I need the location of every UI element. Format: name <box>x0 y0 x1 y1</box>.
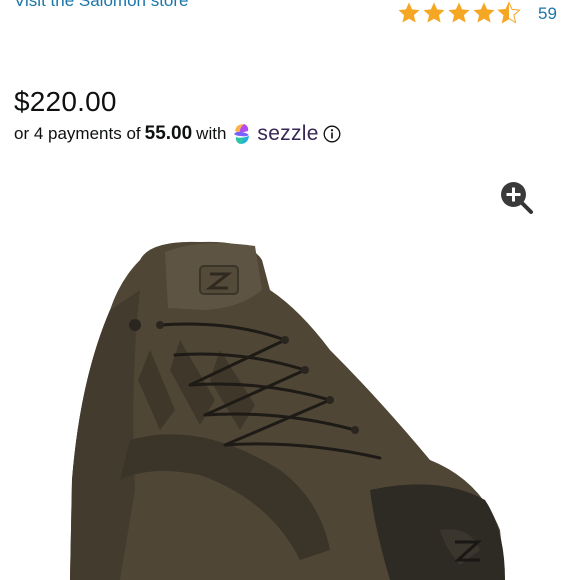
info-icon[interactable] <box>323 125 341 143</box>
installment-offer: or 4 payments of 55.00 with sezzle <box>14 122 341 146</box>
price: $220.00 <box>14 86 117 117</box>
star-icon <box>448 2 470 23</box>
visit-store-link[interactable]: Visit the Salomon store <box>14 0 189 11</box>
installment-prefix: or 4 payments of <box>14 124 141 143</box>
star-icon <box>473 2 495 23</box>
product-image-boot[interactable] <box>0 230 580 580</box>
star-icon <box>398 2 420 23</box>
zoom-in-icon[interactable] <box>499 180 535 221</box>
star-half-icon <box>497 1 521 24</box>
sezzle-wordmark: sezzle <box>257 122 319 145</box>
sezzle-logo-icon <box>231 122 253 146</box>
review-count[interactable]: 59 <box>538 4 557 24</box>
star-rating[interactable] <box>397 0 521 26</box>
installment-with: with <box>196 124 227 143</box>
installment-amount: 55.00 <box>144 123 193 144</box>
star-icon <box>423 2 445 23</box>
stars-row <box>397 1 521 25</box>
